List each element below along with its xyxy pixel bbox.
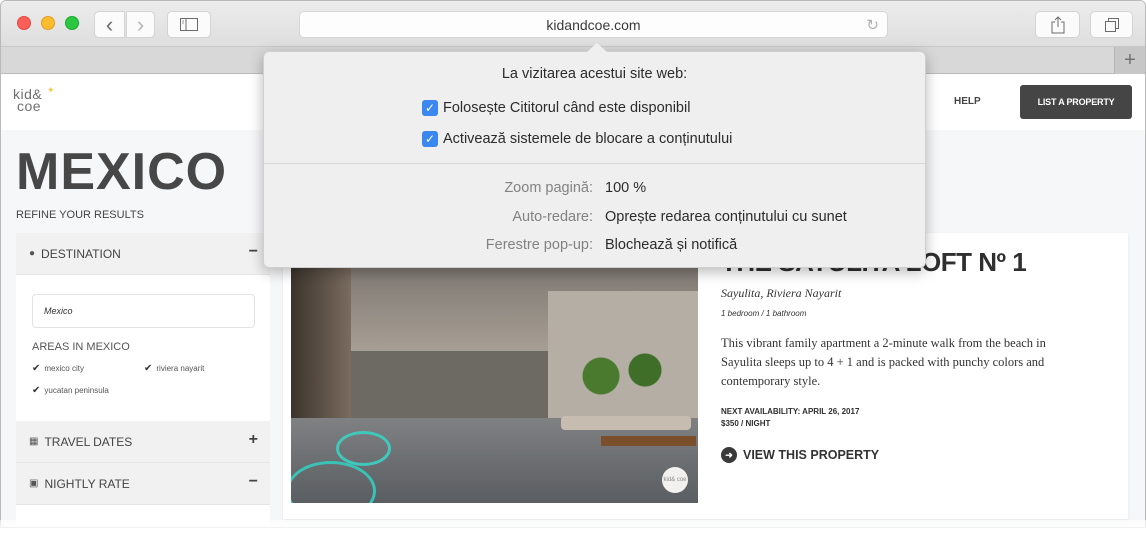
checkmark-icon: ✔ [32,363,41,374]
page-zoom-label: Zoom pagină: [504,180,593,196]
filters-sidebar: ● DESTINATION − Mexico AREAS IN MEXICO ✔… [16,233,270,527]
expand-icon[interactable]: + [249,431,258,449]
new-tab-button[interactable]: + [1114,47,1145,74]
calendar-icon: ▦ [29,436,39,447]
globe-icon: ● [29,248,36,259]
property-location: Sayulita, Riviera Nayarit [721,286,842,300]
refine-results-label: REFINE YOUR RESULTS [16,209,144,221]
tabs-icon [1104,17,1119,32]
website-settings-popover: La vizitarea acestui site web: ✓ Foloseș… [263,43,926,268]
page-title: MEXICO [16,143,228,201]
plus-icon: + [1124,49,1136,71]
popover-heading: La vizitarea acestui site web: [501,66,688,82]
photo-bench [601,436,696,446]
view-property-link[interactable]: ➜ VIEW THIS PROPERTY [721,447,879,463]
availability-text: NEXT AVAILABILITY: APRIL 26, 2017 [721,407,860,416]
destination-input[interactable]: Mexico [32,294,255,328]
share-icon [1051,15,1064,33]
arrow-right-circle-icon: ➜ [721,447,737,463]
photo-plants [568,346,678,406]
price-text: $350 / NIGHT [721,419,771,428]
reload-icon[interactable]: ↻ [866,16,879,34]
auto-play-label: Auto-redare: [512,209,593,225]
property-availability: NEXT AVAILABILITY: APRIL 26, 2017 $350 /… [721,406,859,430]
sidebar-icon [180,18,198,31]
collapse-icon[interactable]: − [249,243,258,261]
page-zoom-select[interactable]: 100 % [605,180,646,196]
travel-dates-label: TRAVEL DATES [44,434,133,449]
content-blockers-label: Activează sistemele de blocare a conținu… [443,131,733,147]
popups-select[interactable]: Blochează și notifică [605,237,737,253]
site-logo[interactable]: kid& coe ✦ [13,85,55,114]
area-checkbox-mexico-city[interactable]: ✔ mexico city [32,363,84,374]
areas-label: AREAS IN MEXICO [32,341,130,353]
sidebar-toggle-button[interactable] [167,11,211,38]
travel-dates-filter-header[interactable]: ▦ TRAVEL DATES + [16,421,270,463]
photo-chair [336,431,391,466]
checkmark-icon: ✔ [32,385,41,396]
auto-play-select[interactable]: Oprește redarea conținutului cu sunet [605,209,847,225]
close-window-button[interactable] [17,16,31,30]
popover-arrow [587,43,607,52]
checkbox-checked-icon[interactable]: ✓ [422,131,438,147]
safari-window: ‹ › kidandcoe.com ↻ + kid& coe ✦ HELP LI… [0,0,1146,528]
bottom-fade [0,520,1146,535]
share-button[interactable] [1035,11,1080,38]
checkmark-icon: ✔ [144,363,153,374]
area-checkbox-riviera-nayarit[interactable]: ✔ riviera nayarit [144,363,204,374]
view-property-label: VIEW THIS PROPERTY [743,448,880,462]
popover-divider [264,163,925,164]
popups-label: Ferestre pop-up: [485,237,593,253]
list-property-button[interactable]: LIST A PROPERTY [1020,85,1132,119]
property-description: This vibrant family apartment a 2-minute… [721,336,1046,388]
address-bar[interactable]: kidandcoe.com ↻ [299,11,888,38]
area-label: mexico city [44,364,84,373]
destination-label: DESTINATION [41,246,121,261]
property-card: kid& coe THE SAYULITA LOFT Nº 1 Sayulita… [283,233,1128,519]
star-icon: ✦ [47,85,56,95]
area-label: yucatan peninsula [44,386,109,395]
nightly-rate-label: NIGHTLY RATE [44,476,130,491]
content-blockers-checkbox[interactable]: ✓ Activează sistemele de blocare a conți… [422,131,732,147]
collapse-icon[interactable]: − [249,473,258,491]
nightly-rate-filter-header[interactable]: ▣ NIGHTLY RATE − [16,463,270,505]
url-text: kidandcoe.com [546,16,641,33]
back-button[interactable]: ‹ [94,11,125,38]
minimize-window-button[interactable] [41,16,55,30]
logo-line-2: coe [17,98,42,114]
area-label: riviera nayarit [156,364,205,373]
checkbox-checked-icon[interactable]: ✓ [422,100,438,116]
property-rooms: 1 bedroom / 1 bathroom [721,309,807,318]
property-photo[interactable]: kid& coe [291,261,698,503]
reader-checkbox[interactable]: ✓ Folosește Cititorul când este disponib… [422,100,690,116]
destination-filter-header[interactable]: ● DESTINATION − [16,233,270,275]
photo-table [561,416,691,430]
chevron-right-icon: › [136,11,145,37]
money-icon: ▣ [29,478,39,489]
photo-logo-badge: kid& coe [662,467,688,493]
browser-toolbar: ‹ › kidandcoe.com ↻ [1,1,1145,47]
area-checkbox-yucatan-peninsula[interactable]: ✔ yucatan peninsula [32,385,109,396]
reader-checkbox-label: Folosește Cititorul când este disponibil [443,100,691,116]
nav-help-link[interactable]: HELP [954,96,981,107]
forward-button[interactable]: › [126,11,155,38]
show-tabs-button[interactable] [1090,11,1133,38]
zoom-window-button[interactable] [65,16,79,30]
chevron-left-icon: ‹ [105,11,114,37]
